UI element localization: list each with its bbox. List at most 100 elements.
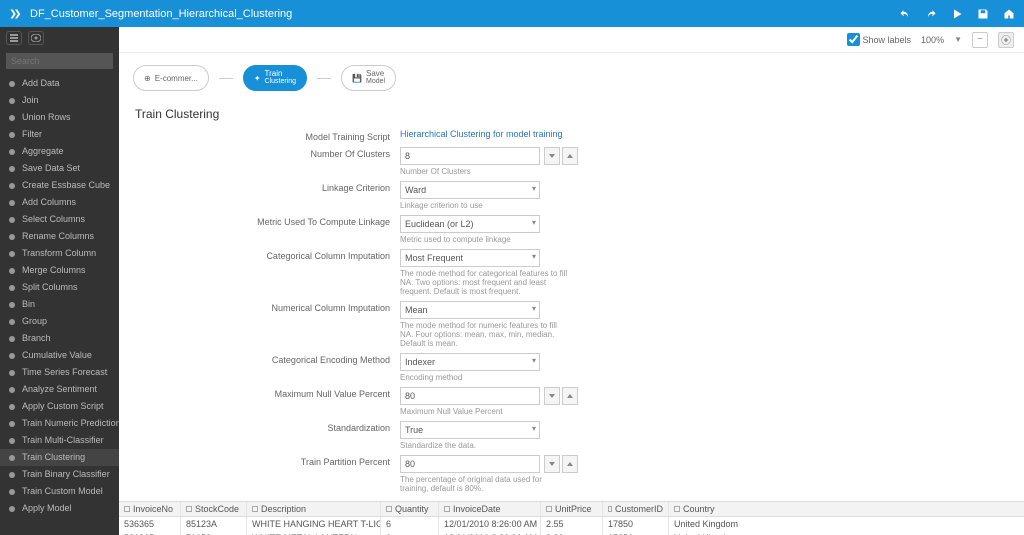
form-select-categorical-encoding-method[interactable]: Indexer bbox=[400, 353, 540, 371]
plus-circle-icon: ⊕ bbox=[144, 74, 151, 83]
train-icon bbox=[7, 419, 17, 429]
sidebar-item-train-multi-classifier[interactable]: Train Multi-Classifier bbox=[0, 432, 119, 449]
rename-icon bbox=[7, 232, 17, 242]
sidebar-item-add-data[interactable]: Add Data bbox=[0, 75, 119, 92]
column-header-invoiceno[interactable]: InvoiceNo bbox=[119, 502, 181, 516]
column-type-icon bbox=[546, 506, 552, 512]
cell: WHITE HANGING HEART T-LIGHT HOL... bbox=[247, 517, 381, 531]
view-mode-toggle-b[interactable] bbox=[28, 31, 44, 45]
table-row[interactable]: 53636585123AWHITE HANGING HEART T-LIGHT … bbox=[119, 517, 1024, 531]
cell: WHITE METAL LANTERN bbox=[247, 531, 381, 535]
sidebar-item-group[interactable]: Group bbox=[0, 313, 119, 330]
zoom-value[interactable]: 100% bbox=[921, 35, 944, 45]
sidebar-item-train-numeric-prediction[interactable]: Train Numeric Prediction bbox=[0, 415, 119, 432]
form-input-maximum-null-value-percent[interactable] bbox=[400, 387, 540, 405]
column-type-icon bbox=[186, 506, 192, 512]
form-input-number-of-clusters[interactable] bbox=[400, 147, 540, 165]
sidebar-item-rename-columns[interactable]: Rename Columns bbox=[0, 228, 119, 245]
sidebar-item-join[interactable]: Join bbox=[0, 92, 119, 109]
form-select-metric-used-to-compute-linkage[interactable]: Euclidean (or L2) bbox=[400, 215, 540, 233]
train-icon bbox=[7, 436, 17, 446]
form-input-train-partition-percent[interactable] bbox=[400, 455, 540, 473]
sidebar-item-aggregate[interactable]: Aggregate bbox=[0, 143, 119, 160]
sidebar-item-transform-column[interactable]: Transform Column bbox=[0, 245, 119, 262]
undo-icon[interactable] bbox=[898, 7, 912, 21]
spin-up-button[interactable] bbox=[562, 387, 578, 405]
column-header-stockcode[interactable]: StockCode bbox=[181, 502, 247, 516]
sidebar-item-union-rows[interactable]: Union Rows bbox=[0, 109, 119, 126]
save-icon[interactable] bbox=[976, 7, 990, 21]
show-labels-checkbox[interactable] bbox=[847, 33, 860, 46]
column-header-label: UnitPrice bbox=[555, 504, 592, 514]
sidebar-item-add-columns[interactable]: Add Columns bbox=[0, 194, 119, 211]
column-header-customerid[interactable]: CustomerID bbox=[603, 502, 669, 516]
sidebar-item-bin[interactable]: Bin bbox=[0, 296, 119, 313]
spin-up-button[interactable] bbox=[562, 455, 578, 473]
form-select-numerical-column-imputation[interactable]: Mean bbox=[400, 301, 540, 319]
sidebar-item-train-binary-classifier[interactable]: Train Binary Classifier bbox=[0, 466, 119, 483]
spin-up-button[interactable] bbox=[562, 147, 578, 165]
form-help-text: Linkage criterion to use bbox=[400, 201, 540, 210]
column-header-label: Description bbox=[261, 504, 306, 514]
column-header-label: Quantity bbox=[395, 504, 429, 514]
sidebar-item-train-clustering[interactable]: Train Clustering bbox=[0, 449, 119, 466]
column-header-description[interactable]: Description bbox=[247, 502, 381, 516]
redo-icon[interactable] bbox=[924, 7, 938, 21]
form-label: Maximum Null Value Percent bbox=[135, 386, 400, 399]
sidebar-item-split-columns[interactable]: Split Columns bbox=[0, 279, 119, 296]
sidebar-item-apply-model[interactable]: Apply Model bbox=[0, 500, 119, 517]
model-script-link[interactable]: Hierarchical Clustering for model traini… bbox=[400, 129, 563, 139]
breadcrumb-icon[interactable] bbox=[8, 7, 22, 21]
topbar: DF_Customer_Segmentation_Hierarchical_Cl… bbox=[0, 0, 1024, 27]
column-type-icon bbox=[674, 506, 680, 512]
form-select-linkage-criterion[interactable]: Ward bbox=[400, 181, 540, 199]
pipeline-connector bbox=[219, 78, 233, 79]
spin-down-button[interactable] bbox=[544, 147, 560, 165]
train-icon bbox=[7, 453, 17, 463]
sidebar-item-save-data-set[interactable]: Save Data Set bbox=[0, 160, 119, 177]
spin-down-button[interactable] bbox=[544, 387, 560, 405]
form-help-text: Maximum Null Value Percent bbox=[400, 407, 570, 416]
form-select-standardization[interactable]: True bbox=[400, 421, 540, 439]
sidebar-item-train-custom-model[interactable]: Train Custom Model bbox=[0, 483, 119, 500]
sidebar-item-filter[interactable]: Filter bbox=[0, 126, 119, 143]
form-label: Number Of Clusters bbox=[135, 146, 400, 159]
show-labels-toggle[interactable]: Show labels bbox=[847, 33, 912, 46]
column-header-unitprice[interactable]: UnitPrice bbox=[541, 502, 603, 516]
cell: 17850 bbox=[603, 531, 669, 535]
sidebar-item-branch[interactable]: Branch bbox=[0, 330, 119, 347]
column-header-quantity[interactable]: Quantity bbox=[381, 502, 439, 516]
form-help-text: The percentage of original data used for… bbox=[400, 475, 570, 493]
sidebar-item-analyze-sentiment[interactable]: Analyze Sentiment bbox=[0, 381, 119, 398]
sidebar-item-label: Union Rows bbox=[22, 111, 71, 124]
sidebar-item-create-essbase-cube[interactable]: Create Essbase Cube bbox=[0, 177, 119, 194]
form-help-text: Encoding method bbox=[400, 373, 540, 382]
sidebar-item-apply-custom-script[interactable]: Apply Custom Script bbox=[0, 398, 119, 415]
run-icon[interactable] bbox=[950, 7, 964, 21]
cell: 536365 bbox=[119, 517, 181, 531]
pipeline-step-save[interactable]: 💾 Save Model bbox=[341, 65, 396, 91]
sidebar-item-label: Add Data bbox=[22, 77, 60, 90]
zoom-reset-button[interactable]: ⦿ bbox=[998, 32, 1014, 48]
form-label-script: Model Training Script bbox=[135, 129, 400, 142]
home-icon[interactable] bbox=[1002, 7, 1016, 21]
sidebar-item-select-columns[interactable]: Select Columns bbox=[0, 211, 119, 228]
pipeline-step-source[interactable]: ⊕ E-commer... bbox=[133, 65, 209, 91]
table-row[interactable]: 53636571053WHITE METAL LANTERN612/01/201… bbox=[119, 531, 1024, 535]
sidebar-search-input[interactable] bbox=[6, 53, 113, 69]
view-mode-toggle-a[interactable] bbox=[6, 31, 22, 45]
cell: 85123A bbox=[181, 517, 247, 531]
sidebar-item-merge-columns[interactable]: Merge Columns bbox=[0, 262, 119, 279]
sidebar-item-time-series-forecast[interactable]: Time Series Forecast bbox=[0, 364, 119, 381]
spin-down-button[interactable] bbox=[544, 455, 560, 473]
pipeline-step-train[interactable]: ✦ Train Clustering bbox=[243, 65, 307, 91]
zoom-out-button[interactable]: − bbox=[972, 32, 988, 48]
script-icon bbox=[7, 402, 17, 412]
zoom-caret-icon[interactable]: ▼ bbox=[954, 35, 962, 44]
column-header-label: CustomerID bbox=[615, 504, 663, 514]
form-select-categorical-column-imputation[interactable]: Most Frequent bbox=[400, 249, 540, 267]
column-header-country[interactable]: Country bbox=[669, 502, 1024, 516]
column-header-invoicedate[interactable]: InvoiceDate bbox=[439, 502, 541, 516]
sidebar-item-cumulative-value[interactable]: Cumulative Value bbox=[0, 347, 119, 364]
apply-icon bbox=[7, 504, 17, 514]
